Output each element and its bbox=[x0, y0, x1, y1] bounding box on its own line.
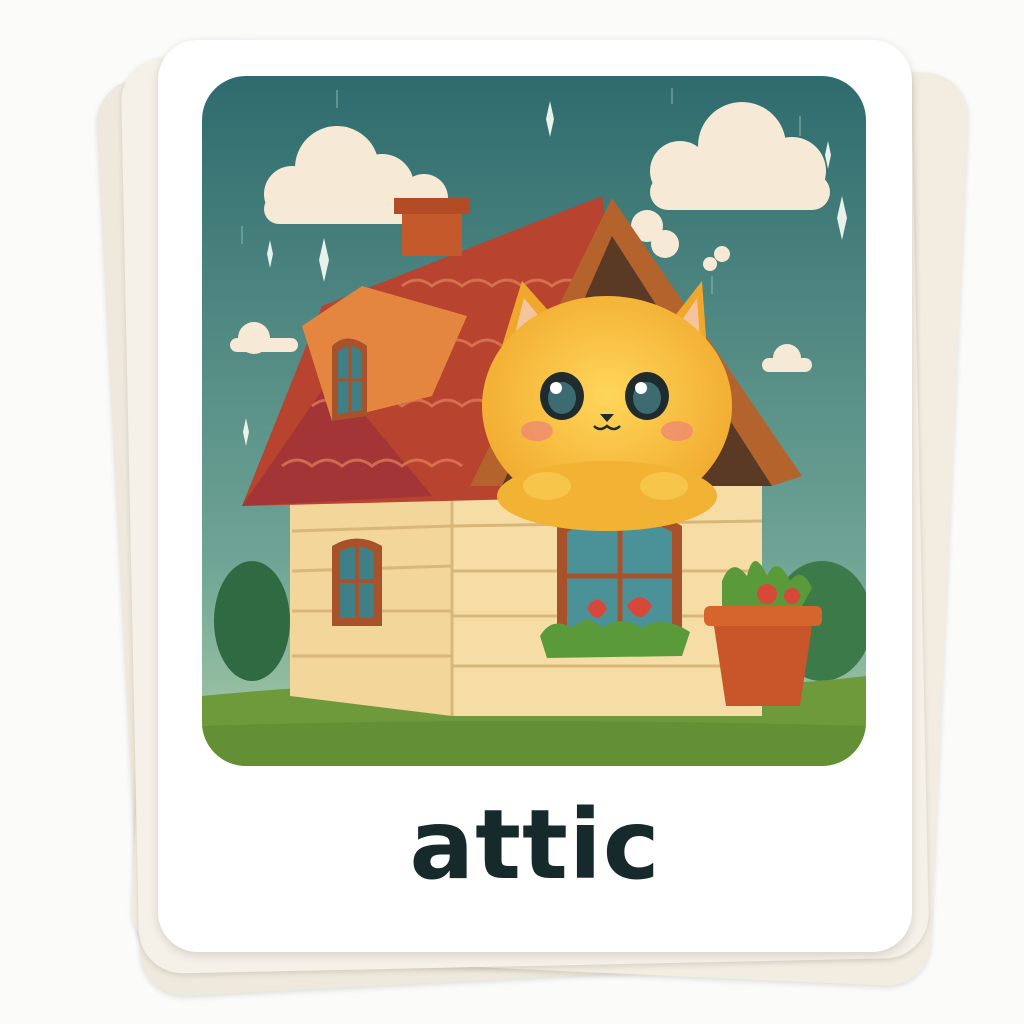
side-window bbox=[332, 538, 382, 626]
cat-paw-right bbox=[640, 472, 688, 500]
window-planter-leaves bbox=[540, 620, 690, 658]
illustration-panel bbox=[202, 76, 866, 766]
flashcard-word: attic bbox=[409, 789, 661, 901]
cat-illustration bbox=[482, 281, 732, 531]
attic-illustration bbox=[202, 76, 866, 766]
front-window bbox=[540, 508, 690, 658]
cat-paw-left bbox=[523, 472, 571, 500]
